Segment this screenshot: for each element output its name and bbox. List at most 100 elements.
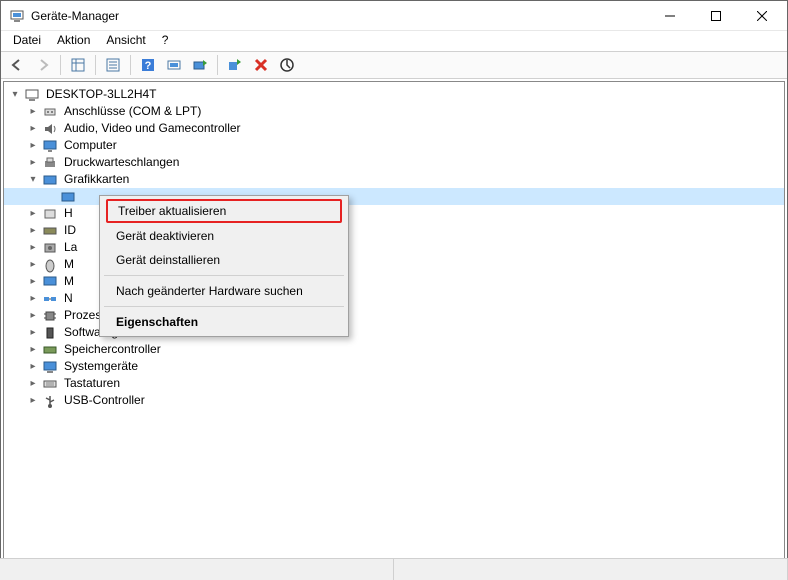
statusbar xyxy=(0,558,788,580)
chevron-right-icon[interactable]: ▸ xyxy=(26,207,40,221)
system-device-icon xyxy=(42,359,58,375)
menu-file[interactable]: Datei xyxy=(5,31,49,51)
menu-action[interactable]: Aktion xyxy=(49,31,98,51)
ctx-separator xyxy=(104,275,344,276)
chevron-right-icon[interactable]: ▸ xyxy=(26,394,40,408)
chevron-right-icon[interactable]: ▸ xyxy=(26,139,40,153)
menu-view[interactable]: Ansicht xyxy=(98,31,153,51)
tree-item-label: N xyxy=(62,290,75,307)
menu-help[interactable]: ? xyxy=(154,31,177,51)
chevron-right-icon[interactable]: ▸ xyxy=(26,309,40,323)
tree-item-label: USB-Controller xyxy=(62,392,147,409)
chevron-right-icon[interactable]: ▸ xyxy=(26,377,40,391)
tree-item-label: Audio, Video und Gamecontroller xyxy=(62,120,243,137)
device-tree-panel: ▾ DESKTOP-3LL2H4T ▸ Anschlüsse (COM & LP… xyxy=(3,81,785,561)
update-driver-button[interactable] xyxy=(188,53,212,77)
hid-icon xyxy=(42,206,58,222)
scan-hardware-button[interactable] xyxy=(162,53,186,77)
chevron-right-icon[interactable]: ▸ xyxy=(26,360,40,374)
enable-device-button[interactable] xyxy=(223,53,247,77)
display-adapter-icon xyxy=(60,189,76,205)
tree-item-label: Druckwarteschlangen xyxy=(62,154,181,171)
printer-icon xyxy=(42,155,58,171)
tree-item-audio[interactable]: ▸ Audio, Video und Gamecontroller xyxy=(4,120,784,137)
mouse-icon xyxy=(42,257,58,273)
help-button[interactable]: ? xyxy=(136,53,160,77)
status-cell xyxy=(0,559,394,580)
tree-item-label: Speichercontroller xyxy=(62,341,163,358)
maximize-button[interactable] xyxy=(693,1,739,31)
tree-root[interactable]: ▾ DESKTOP-3LL2H4T xyxy=(4,86,784,103)
tree-item-label: Anschlüsse (COM & LPT) xyxy=(62,103,203,120)
back-button[interactable] xyxy=(5,53,29,77)
tree-item-label: Tastaturen xyxy=(62,375,122,392)
ctx-properties[interactable]: Eigenschaften xyxy=(102,310,346,334)
tree-item-label: Computer xyxy=(62,137,119,154)
context-menu: Treiber aktualisieren Gerät deaktivieren… xyxy=(99,195,349,337)
tree-item-ports[interactable]: ▸ Anschlüsse (COM & LPT) xyxy=(4,103,784,120)
window-controls xyxy=(647,1,785,31)
close-button[interactable] xyxy=(739,1,785,31)
uninstall-device-button[interactable] xyxy=(249,53,273,77)
chevron-right-icon[interactable]: ▸ xyxy=(26,258,40,272)
titlebar: Geräte-Manager xyxy=(1,1,787,31)
tree-item-label: M xyxy=(62,273,76,290)
chevron-right-icon[interactable]: ▸ xyxy=(26,241,40,255)
toolbar-separator xyxy=(95,55,96,75)
chevron-right-icon[interactable]: ▸ xyxy=(26,105,40,119)
tree-item-display-adapters[interactable]: ▾ Grafikkarten xyxy=(4,171,784,188)
status-cell xyxy=(394,559,788,580)
chevron-right-icon[interactable]: ▸ xyxy=(26,343,40,357)
ctx-scan-hardware[interactable]: Nach geänderter Hardware suchen xyxy=(102,279,346,303)
window-title: Geräte-Manager xyxy=(31,9,647,23)
chevron-down-icon[interactable]: ▾ xyxy=(8,88,22,102)
ports-icon xyxy=(42,104,58,120)
tree-item-keyboards[interactable]: ▸ Tastaturen xyxy=(4,375,784,392)
ctx-separator xyxy=(104,306,344,307)
devmgr-icon xyxy=(9,8,25,24)
chevron-right-icon[interactable]: ▸ xyxy=(26,224,40,238)
chevron-down-icon[interactable]: ▾ xyxy=(26,173,40,187)
tree-item-label: H xyxy=(62,205,75,222)
tree-item-system-devices[interactable]: ▸ Systemgeräte xyxy=(4,358,784,375)
disk-icon xyxy=(42,240,58,256)
properties-button[interactable] xyxy=(101,53,125,77)
chevron-right-icon[interactable]: ▸ xyxy=(26,326,40,340)
tree-item-label: La xyxy=(62,239,79,256)
cpu-icon xyxy=(42,308,58,324)
tree-root-label: DESKTOP-3LL2H4T xyxy=(44,86,159,103)
ctx-update-driver[interactable]: Treiber aktualisieren xyxy=(106,199,342,223)
usb-icon xyxy=(42,393,58,409)
minimize-button[interactable] xyxy=(647,1,693,31)
tree-item-label: Grafikkarten xyxy=(62,171,131,188)
toolbar-separator xyxy=(130,55,131,75)
toolbar-separator xyxy=(60,55,61,75)
menubar: Datei Aktion Ansicht ? xyxy=(1,31,787,51)
storage-controller-icon xyxy=(42,342,58,358)
chevron-right-icon[interactable]: ▸ xyxy=(26,292,40,306)
chevron-right-icon[interactable]: ▸ xyxy=(26,275,40,289)
disable-device-button[interactable] xyxy=(275,53,299,77)
monitor-icon xyxy=(42,274,58,290)
ctx-disable-device[interactable]: Gerät deaktivieren xyxy=(102,224,346,248)
computer-icon xyxy=(24,87,40,103)
show-hide-tree-button[interactable] xyxy=(66,53,90,77)
ctx-uninstall-device[interactable]: Gerät deinstallieren xyxy=(102,248,346,272)
network-icon xyxy=(42,291,58,307)
tree-item-storage-controllers[interactable]: ▸ Speichercontroller xyxy=(4,341,784,358)
tree-item-usb-controllers[interactable]: ▸ USB-Controller xyxy=(4,392,784,409)
software-device-icon xyxy=(42,325,58,341)
tree-item-print-queues[interactable]: ▸ Druckwarteschlangen xyxy=(4,154,784,171)
tree-item-label: ID xyxy=(62,222,78,239)
display-adapter-icon xyxy=(42,172,58,188)
monitor-icon xyxy=(42,138,58,154)
chevron-right-icon[interactable]: ▸ xyxy=(26,156,40,170)
tree-item-label: Systemgeräte xyxy=(62,358,140,375)
ide-icon xyxy=(42,223,58,239)
forward-button[interactable] xyxy=(31,53,55,77)
chevron-right-icon[interactable]: ▸ xyxy=(26,122,40,136)
audio-icon xyxy=(42,121,58,137)
tree-item-computer[interactable]: ▸ Computer xyxy=(4,137,784,154)
tree-item-label: M xyxy=(62,256,76,273)
svg-text:?: ? xyxy=(145,60,152,72)
